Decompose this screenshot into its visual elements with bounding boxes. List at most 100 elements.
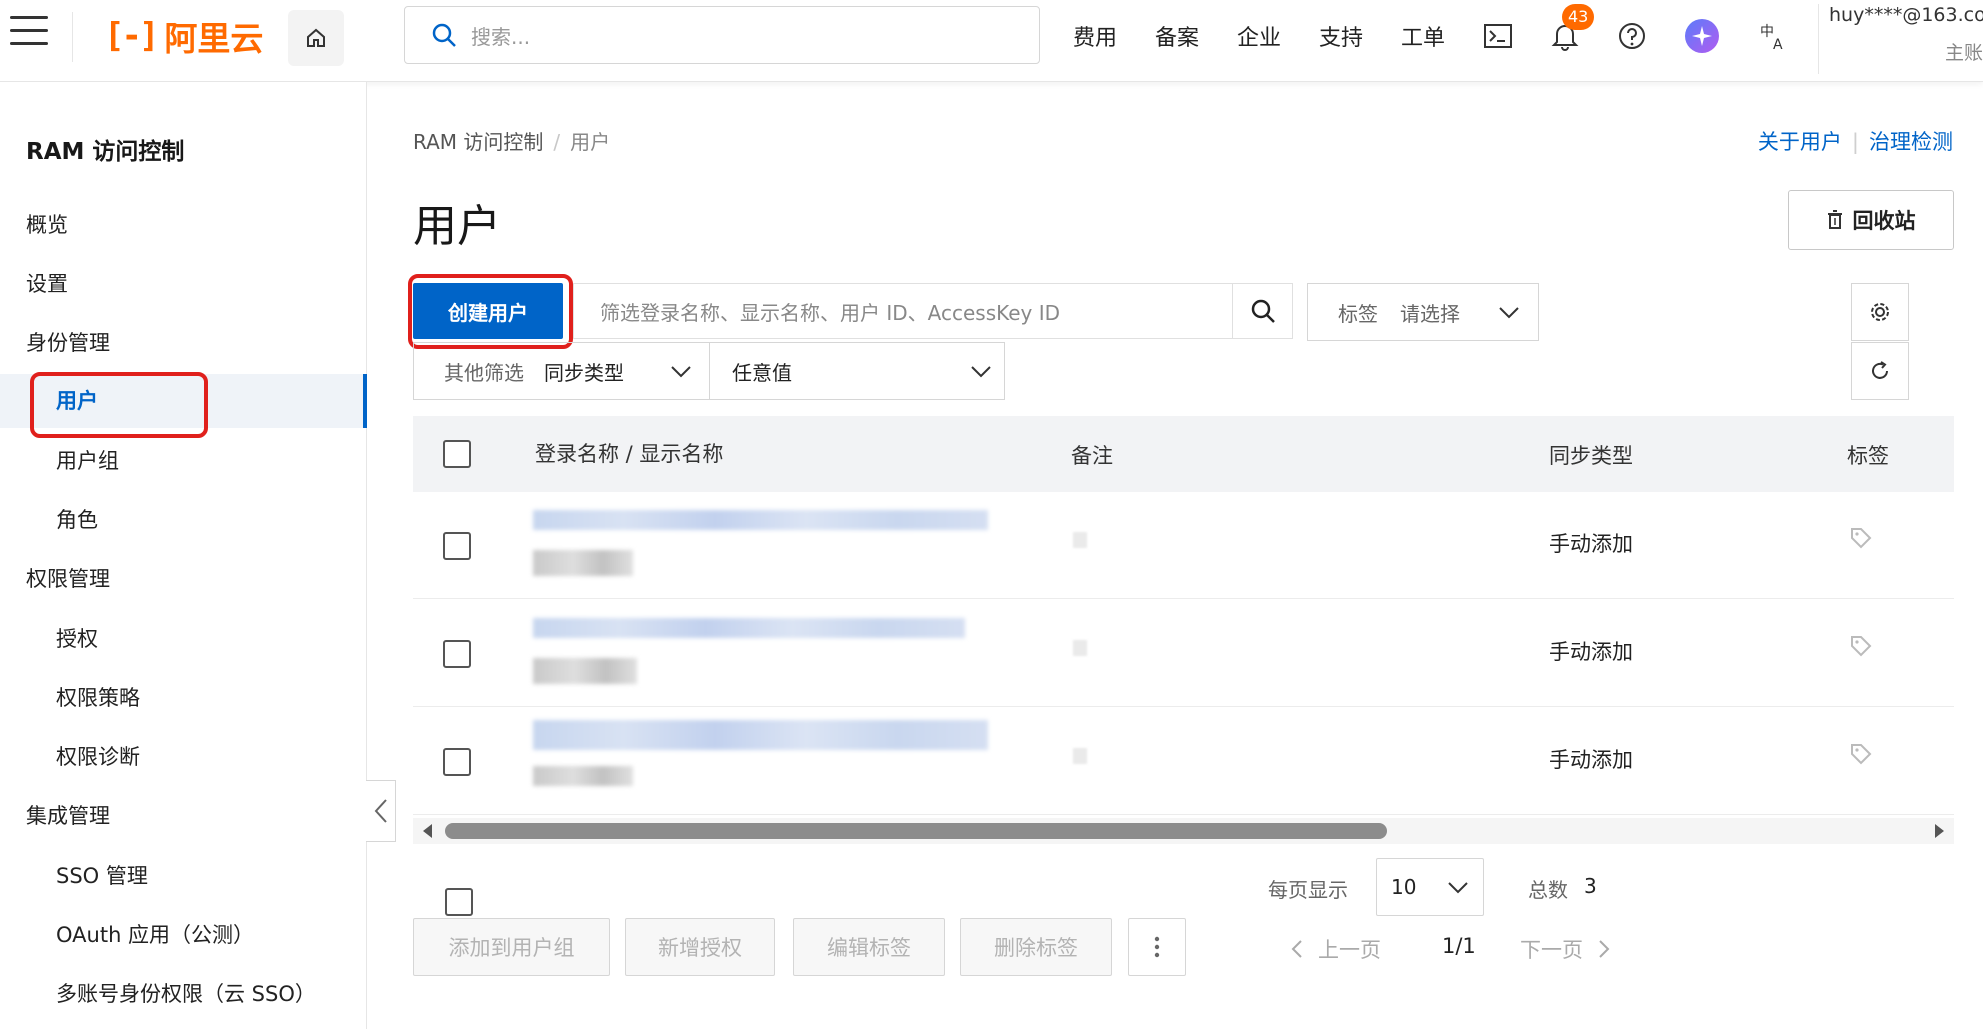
home-icon[interactable] bbox=[288, 10, 344, 66]
col-tags: 标签 bbox=[1847, 444, 1889, 468]
chevron-right-icon bbox=[1599, 940, 1610, 958]
language-icon[interactable]: 中A bbox=[1752, 14, 1796, 58]
tag-filter-value: 请选择 bbox=[1400, 301, 1460, 326]
account-menu[interactable]: huy****@163.co 主账 bbox=[1818, 4, 1983, 74]
horizontal-scrollbar[interactable] bbox=[413, 818, 1954, 844]
gear-icon bbox=[1871, 303, 1889, 321]
chevron-left-icon bbox=[374, 799, 387, 823]
more-actions-button[interactable] bbox=[1128, 918, 1186, 976]
row-checkbox[interactable] bbox=[443, 532, 471, 560]
tag-icon[interactable] bbox=[1849, 526, 1873, 556]
scroll-left-arrow[interactable] bbox=[423, 824, 432, 838]
user-filter-placeholder: 筛选登录名称、显示名称、用户 ID、AccessKey ID bbox=[600, 300, 1061, 325]
menu-icon[interactable] bbox=[10, 16, 48, 50]
aliyun-logo[interactable]: [-] 阿里云 bbox=[104, 16, 263, 58]
ai-assistant-icon[interactable] bbox=[1680, 14, 1724, 58]
nav-support[interactable]: 支持 bbox=[1319, 20, 1363, 52]
sidebar-collapse-handle[interactable] bbox=[366, 780, 396, 842]
users-highlight-box bbox=[30, 372, 208, 438]
user-remark-redacted bbox=[1073, 532, 1087, 548]
about-users-link[interactable]: 关于用户 bbox=[1758, 130, 1842, 154]
sidebar-item-overview[interactable]: 概览 bbox=[0, 198, 367, 252]
sidebar-item-user-groups[interactable]: 用户组 bbox=[0, 434, 367, 488]
per-page-select[interactable]: 10 bbox=[1376, 858, 1484, 916]
nav-enterprise[interactable]: 企业 bbox=[1237, 20, 1281, 52]
other-filter-bar: 其他筛选 同步类型 任意值 bbox=[413, 342, 1005, 400]
notification-badge: 43 bbox=[1562, 4, 1595, 30]
sync-type-select[interactable]: 同步类型 bbox=[544, 357, 624, 386]
page-indicator: 1/1 bbox=[1442, 934, 1476, 958]
sidebar-item-oauth[interactable]: OAuth 应用（公测） bbox=[0, 908, 367, 962]
footer-select-all-checkbox[interactable] bbox=[445, 888, 473, 916]
user-display-name-redacted bbox=[533, 766, 633, 786]
nav-tickets[interactable]: 工单 bbox=[1401, 20, 1445, 52]
chevron-down-icon bbox=[671, 366, 691, 378]
tag-filter-label: 标签 bbox=[1338, 301, 1378, 326]
scrollbar-thumb[interactable] bbox=[445, 823, 1387, 839]
tag-filter-select[interactable]: 标签 请选择 bbox=[1307, 283, 1539, 341]
add-grant-button[interactable]: 新增授权 bbox=[625, 918, 775, 976]
user-display-name-redacted bbox=[533, 550, 633, 576]
sidebar-group-identity[interactable]: 身份管理 bbox=[0, 316, 367, 370]
sidebar-item-policies[interactable]: 权限策略 bbox=[0, 671, 367, 725]
table-row[interactable]: 手动添加 bbox=[413, 600, 1954, 707]
add-to-group-button[interactable]: 添加到用户组 bbox=[413, 918, 610, 976]
nav-fees[interactable]: 费用 bbox=[1073, 20, 1117, 52]
terminal-icon[interactable] bbox=[1476, 14, 1520, 58]
recycle-bin-label: 回收站 bbox=[1852, 209, 1916, 233]
next-page-label: 下一页 bbox=[1520, 938, 1583, 962]
svg-text:A: A bbox=[1773, 37, 1783, 52]
top-bar: [-] 阿里云 搜索... 费用 备案 企业 支持 工单 43 中A huy**… bbox=[0, 0, 1983, 82]
sidebar-item-settings[interactable]: 设置 bbox=[0, 257, 367, 311]
nav-filing[interactable]: 备案 bbox=[1155, 20, 1199, 52]
prev-page-button[interactable]: 上一页 bbox=[1290, 934, 1381, 964]
recycle-bin-button[interactable]: 回收站 bbox=[1788, 190, 1954, 250]
search-placeholder: 搜索... bbox=[471, 24, 531, 49]
sidebar-item-diagnosis[interactable]: 权限诊断 bbox=[0, 730, 367, 784]
breadcrumb-root[interactable]: RAM 访问控制 bbox=[413, 130, 543, 154]
sidebar-group-integration[interactable]: 集成管理 bbox=[0, 789, 367, 843]
governance-check-link[interactable]: 治理检测 bbox=[1869, 130, 1953, 154]
next-page-button[interactable]: 下一页 bbox=[1520, 934, 1611, 964]
global-search-input[interactable]: 搜索... bbox=[404, 6, 1040, 64]
page-title: 用户 bbox=[413, 201, 501, 252]
total-label: 总数 bbox=[1528, 878, 1568, 902]
row-checkbox[interactable] bbox=[443, 640, 471, 668]
column-settings-button[interactable] bbox=[1851, 283, 1909, 341]
select-all-checkbox[interactable] bbox=[443, 440, 471, 468]
tag-icon[interactable] bbox=[1849, 634, 1873, 664]
per-page-label: 每页显示 bbox=[1268, 878, 1348, 902]
table-row[interactable]: 手动添加 bbox=[413, 492, 1954, 599]
user-filter-input[interactable]: 筛选登录名称、显示名称、用户 ID、AccessKey ID bbox=[573, 283, 1293, 339]
help-icon[interactable] bbox=[1610, 14, 1654, 58]
user-login-name-redacted[interactable] bbox=[533, 510, 988, 530]
total-value: 3 bbox=[1584, 874, 1597, 898]
svg-text:中: 中 bbox=[1760, 24, 1774, 40]
refresh-button[interactable] bbox=[1851, 342, 1909, 400]
breadcrumb-current: 用户 bbox=[570, 130, 611, 154]
sidebar-item-roles[interactable]: 角色 bbox=[0, 493, 367, 547]
top-divider bbox=[72, 12, 73, 62]
delete-tags-button[interactable]: 删除标签 bbox=[960, 918, 1112, 976]
sync-value-select[interactable]: 任意值 bbox=[732, 357, 792, 386]
table-row[interactable]: 手动添加 bbox=[413, 708, 1954, 815]
user-login-name-redacted[interactable] bbox=[533, 720, 988, 750]
filter-search-button[interactable] bbox=[1232, 283, 1292, 339]
col-login-name[interactable]: 登录名称 / 显示名称 bbox=[535, 438, 723, 468]
breadcrumb: RAM 访问控制 / 用户 bbox=[413, 126, 610, 155]
user-login-name-redacted[interactable] bbox=[533, 618, 965, 638]
tag-icon[interactable] bbox=[1849, 742, 1873, 772]
sidebar-item-cloud-sso[interactable]: 多账号身份权限（云 SSO） bbox=[0, 967, 367, 1021]
row-checkbox[interactable] bbox=[443, 748, 471, 776]
col-remark: 备注 bbox=[1071, 444, 1113, 468]
create-user-highlight-box bbox=[408, 274, 573, 349]
sidebar-item-sso[interactable]: SSO 管理 bbox=[0, 849, 367, 903]
scroll-right-arrow[interactable] bbox=[1935, 824, 1944, 838]
more-vertical-icon bbox=[1154, 936, 1160, 958]
sidebar-item-grants[interactable]: 授权 bbox=[0, 612, 367, 666]
refresh-icon bbox=[1872, 361, 1888, 379]
brand-name: 阿里云 bbox=[164, 19, 264, 58]
edit-tags-button[interactable]: 编辑标签 bbox=[793, 918, 945, 976]
user-remark-redacted bbox=[1073, 748, 1087, 764]
sidebar-group-permissions[interactable]: 权限管理 bbox=[0, 552, 367, 606]
